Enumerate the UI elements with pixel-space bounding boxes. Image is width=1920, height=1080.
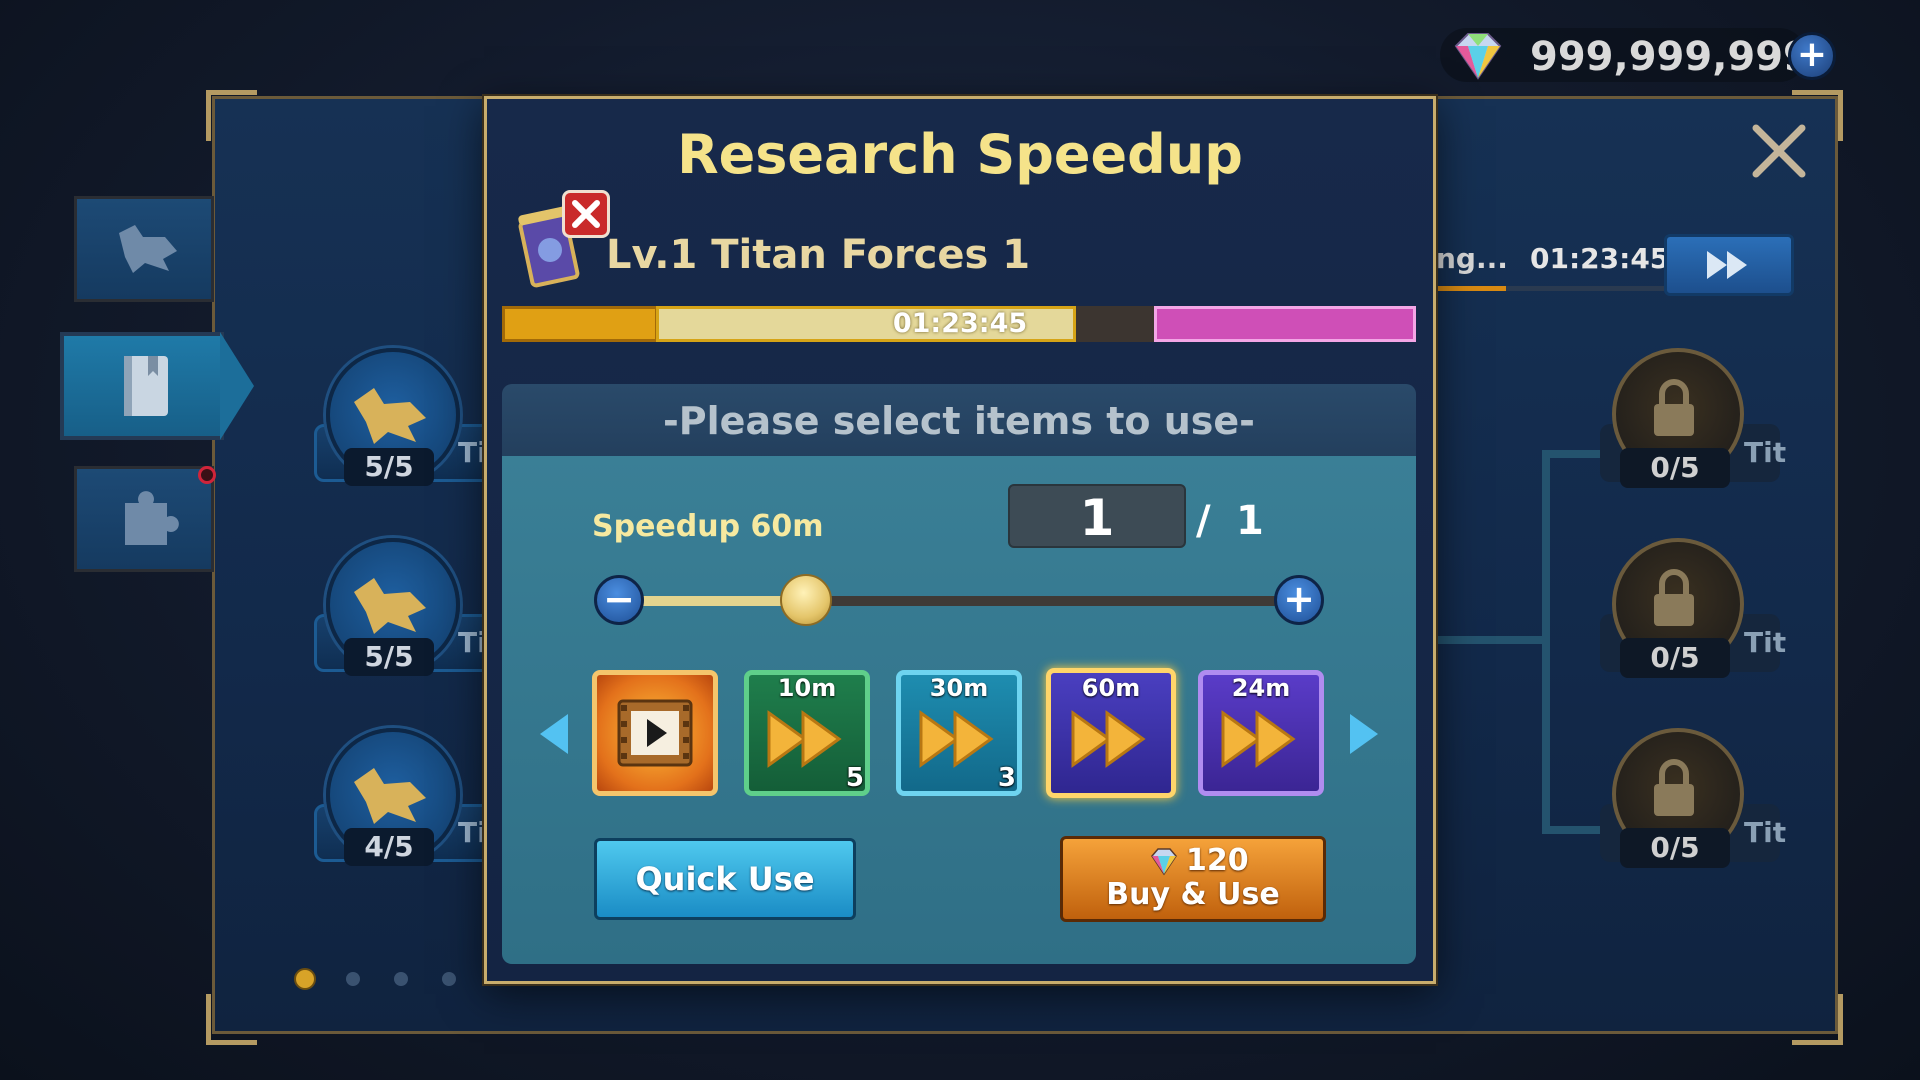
current-research-progress-fill — [1436, 286, 1506, 291]
progress-time-text: 01:23:45 — [892, 308, 1028, 339]
quick-use-button[interactable]: Quick Use — [594, 838, 856, 920]
item-duration: 60m — [1081, 674, 1141, 702]
selected-item-label: Speedup 60m — [592, 509, 824, 544]
close-icon[interactable] — [1748, 120, 1810, 182]
page-dot-active[interactable] — [294, 968, 316, 990]
item-duration: 10m — [777, 674, 837, 702]
progress-overflow-segment — [1154, 306, 1416, 342]
tree-connector — [1542, 450, 1550, 832]
buy-and-use-label: Buy & Use — [1106, 877, 1280, 912]
panel-corner-ornament — [206, 90, 257, 141]
item-watch-video[interactable] — [592, 670, 718, 796]
currency-amount: 999,999,999 — [1530, 34, 1811, 80]
progress-completed-segment — [502, 306, 658, 342]
quantity-separator: / — [1196, 498, 1211, 544]
tree-connector — [1436, 636, 1546, 644]
buy-price: 120 — [1186, 843, 1249, 878]
panel-corner-ornament — [206, 994, 257, 1045]
book-icon — [124, 356, 168, 416]
quantity-max: 1 — [1236, 498, 1264, 544]
gem-icon — [1454, 33, 1502, 80]
current-research-timer: 01:23:45 — [1530, 242, 1670, 275]
items-scroll-right-arrow[interactable] — [1350, 714, 1378, 754]
gem-icon — [1151, 848, 1177, 876]
cancel-research-icon[interactable] — [562, 190, 610, 238]
current-research-label: ng... — [1436, 242, 1508, 275]
video-icon — [617, 699, 693, 767]
page-dot[interactable] — [442, 972, 456, 986]
skill-level: 5/5 — [344, 448, 434, 486]
skill-level: 5/5 — [344, 638, 434, 676]
skill-name: Ti — [458, 816, 487, 849]
add-currency-button[interactable]: + — [1788, 32, 1836, 80]
tab-puzzle[interactable] — [74, 466, 214, 572]
item-count: 3 — [997, 763, 1016, 793]
close-icon — [572, 200, 600, 228]
research-name: Lv.1 Titan Forces 1 — [606, 232, 1031, 278]
item-count: 5 — [845, 763, 864, 793]
item-duration: 24m — [1231, 674, 1291, 702]
panel-corner-ornament — [1792, 994, 1843, 1045]
items-scroll-left-arrow[interactable] — [540, 714, 568, 754]
skill-level: 0/5 — [1620, 448, 1730, 488]
item-select-instruction: -Please select items to use- — [663, 399, 1255, 443]
skill-level: 4/5 — [344, 828, 434, 866]
item-duration: 30m — [929, 674, 989, 702]
page-dot[interactable] — [394, 972, 408, 986]
dialog-title: Research Speedup — [677, 123, 1243, 186]
skill-name: Ti — [458, 626, 487, 659]
wolf-head-icon — [119, 225, 177, 273]
skill-name: Tit — [1744, 436, 1787, 469]
skill-level: 0/5 — [1620, 828, 1730, 868]
skill-name: Ti — [458, 436, 487, 469]
skill-level: 0/5 — [1620, 638, 1730, 678]
increase-button[interactable]: + — [1274, 575, 1324, 625]
progress-remaining-segment — [1076, 306, 1156, 342]
quantity-input[interactable]: 1 — [1008, 484, 1186, 548]
skill-name: Tit — [1744, 626, 1787, 659]
quantity-slider-handle[interactable] — [780, 574, 832, 626]
tab-wolf[interactable] — [74, 196, 214, 302]
page-dot[interactable] — [346, 972, 360, 986]
tab-research[interactable] — [60, 332, 224, 440]
speedup-button[interactable] — [1664, 234, 1794, 296]
skill-name: Tit — [1744, 816, 1787, 849]
tree-connector — [1542, 826, 1602, 834]
puzzle-piece-icon — [125, 491, 179, 545]
decrease-button[interactable]: − — [594, 575, 644, 625]
fast-forward-icon — [1707, 251, 1747, 279]
tree-connector — [1542, 450, 1602, 458]
notification-badge — [198, 466, 216, 484]
tab-selected-indicator — [220, 332, 254, 440]
